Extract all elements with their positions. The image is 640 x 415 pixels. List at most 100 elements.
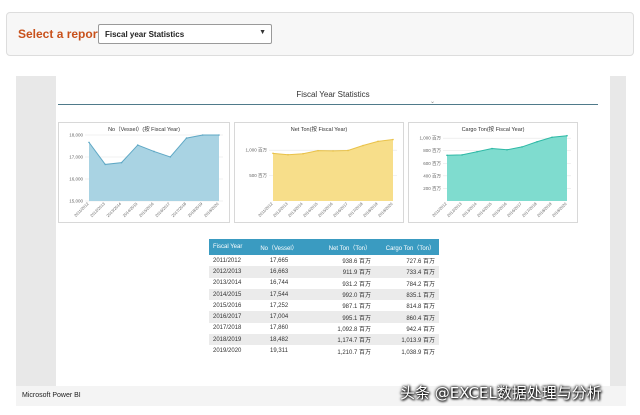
- y-tick-label: 200 百万: [423, 186, 441, 192]
- table-cell: 987.1 百万: [342, 304, 371, 311]
- col-net-ton[interactable]: Net Ton（Ton）: [311, 239, 375, 255]
- cargo-ton-chart[interactable]: Cargo Ton(按 Fiscal Year) 1,000 百万 800 百万 60…: [408, 122, 578, 223]
- x-tick-label: 2013/2014: [105, 201, 122, 218]
- area-fill: [89, 135, 219, 201]
- data-point: [317, 149, 319, 152]
- x-tick-label: 2017/2018: [170, 201, 187, 218]
- table-cell: 995.1 百万: [311, 311, 375, 323]
- x-tick-label: 2015/2016: [138, 201, 155, 218]
- data-point: [120, 161, 123, 164]
- data-point: [153, 150, 155, 153]
- table-cell: 1,092.8 百万: [337, 326, 371, 333]
- table-cell: 2014/2015: [209, 288, 247, 301]
- table-row[interactable]: 2013/2014 16,744 931.2 百万 784.2 百万: [209, 278, 439, 289]
- table-cell: 2015/2016: [213, 302, 242, 309]
- data-point: [218, 134, 220, 136]
- table-row[interactable]: 2012/2013 16,663 911.9 百万 733.4 百万: [209, 266, 439, 278]
- chart-svg: No（Vessel）(按 Fiscal Year) 18,000 17,000 16,…: [69, 125, 223, 218]
- chart-title: Cargo Ton(按 Fiscal Year): [462, 125, 525, 133]
- table-cell: 860.4 百万: [375, 311, 439, 323]
- x-tick-label: 2019/2020: [551, 201, 568, 218]
- table-cell: 931.2 百万: [342, 281, 371, 288]
- table-cell: 2012/2013: [209, 266, 247, 278]
- table-row[interactable]: 2011/2012 17,665 938.6 百万 727.6 百万: [209, 255, 439, 266]
- fiscal-year-table[interactable]: Fiscal Year No（Vessel） Net Ton（Ton） Carg…: [209, 239, 439, 357]
- y-tick-label: 1,000 百万: [245, 148, 267, 154]
- x-tick-label: 2012/2013: [89, 201, 106, 218]
- y-tick-label: 600 百万: [423, 161, 441, 167]
- x-tick-label: 2019/2020: [377, 201, 394, 218]
- table-cell: 2013/2014: [213, 280, 242, 287]
- area-fill: [273, 139, 393, 201]
- table-cell: 992.0 百万: [311, 288, 375, 301]
- x-tick-label: 2014/2015: [122, 201, 139, 218]
- table-cell: 938.6 百万: [342, 259, 371, 266]
- data-point: [392, 138, 394, 141]
- data-point: [347, 149, 349, 152]
- vessel-count-chart[interactable]: No（Vessel）(按 Fiscal Year) 18,000 17,000 16,…: [58, 122, 230, 223]
- data-point: [302, 152, 304, 155]
- table-row[interactable]: 2017/2018 17,860 1,092.8 百万 942.4 百万: [209, 323, 439, 334]
- col-fiscal-year[interactable]: Fiscal Year: [209, 239, 247, 255]
- table-cell: 2016/2017: [209, 311, 247, 323]
- y-tick-label: 16,000: [69, 177, 83, 182]
- y-tick-label: 17,000: [69, 155, 83, 160]
- y-tick-label: 800 百万: [423, 148, 441, 154]
- table-cell: 2011/2012: [213, 257, 241, 264]
- table-cell: 2019/2020: [213, 348, 242, 355]
- y-tick-label: 500 百万: [249, 173, 267, 179]
- data-point: [88, 141, 90, 144]
- table-cell: 17,004: [247, 311, 311, 323]
- table-cell: 911.9 百万: [311, 266, 375, 278]
- report-selector-panel: Select a report: Fiscal year Statistics …: [6, 12, 634, 56]
- y-tick-label: 400 百万: [423, 173, 441, 179]
- data-point: [521, 146, 523, 148]
- data-point: [491, 147, 493, 150]
- table-row[interactable]: 2016/2017 17,004 995.1 百万 860.4 百万: [209, 311, 439, 323]
- data-point: [566, 134, 568, 137]
- chart-svg: Net Ton(按 Fiscal Year)1,000 百万500 百万2011…: [245, 125, 397, 218]
- data-point: [536, 140, 538, 143]
- col-cargo-ton[interactable]: Cargo Ton（Ton）: [375, 239, 439, 255]
- col-vessel-count[interactable]: No（Vessel）: [247, 239, 311, 255]
- chart-title: No（Vessel）(按 Fiscal Year): [108, 125, 180, 133]
- table-cell: 814.8 百万: [406, 304, 435, 311]
- data-point: [476, 150, 478, 153]
- title-divider: [58, 104, 598, 105]
- data-point: [201, 134, 204, 136]
- data-point: [136, 144, 139, 146]
- table-row[interactable]: 2018/2019 18,482 1,174.7 百万 1,013.9 百万: [209, 334, 439, 346]
- table-cell: 16,663: [247, 266, 311, 278]
- data-point: [461, 154, 463, 156]
- x-tick-label: 2019/2020: [203, 201, 220, 218]
- table-cell: 733.4 百万: [375, 266, 439, 278]
- table-cell: 942.4 百万: [406, 326, 435, 333]
- net-ton-chart[interactable]: Net Ton(按 Fiscal Year) 1,000 百万 500 百万 2011…: [234, 122, 404, 223]
- data-point: [446, 154, 448, 157]
- table-row[interactable]: 2019/2020 19,311 1,210.7 百万 1,038.9 百万: [209, 345, 439, 356]
- report-canvas: Fiscal Year Statistics ⌄ No（Vessel）(按 Fi…: [56, 76, 610, 386]
- table-cell: 727.6 百万: [406, 259, 435, 266]
- table-cell: 2017/2018: [213, 325, 242, 332]
- data-point: [551, 136, 553, 139]
- x-tick-label: 2016/2017: [154, 201, 171, 218]
- table-row[interactable]: 2014/2015 17,544 992.0 百万 835.1 百万: [209, 288, 439, 301]
- data-point: [362, 144, 364, 147]
- report-title: Fiscal Year Statistics: [296, 90, 370, 99]
- data-point: [185, 137, 188, 139]
- table-cell: 1,174.7 百万: [311, 334, 375, 346]
- table-cell: 17,860: [269, 325, 289, 332]
- data-point: [377, 140, 379, 143]
- table-cell: 784.2 百万: [406, 281, 435, 288]
- data-point: [169, 156, 172, 158]
- chart-svg: Cargo Ton(按 Fiscal Year) 1,000 百万 800 百万 60…: [419, 125, 571, 218]
- data-point: [104, 163, 107, 166]
- table-row[interactable]: 2015/2016 17,252 987.1 百万 814.8 百万: [209, 300, 439, 311]
- y-tick-label: 15,000: [69, 199, 83, 204]
- powerbi-brand-link[interactable]: Microsoft Power BI: [22, 392, 81, 399]
- table-header-row: Fiscal Year No（Vessel） Net Ton（Ton） Carg…: [209, 239, 439, 255]
- report-dropdown[interactable]: Fiscal year Statistics ▼: [98, 24, 272, 44]
- table-cell: 17,252: [269, 302, 289, 309]
- select-report-label: Select a report:: [18, 27, 106, 41]
- y-tick-label: 18,000: [69, 133, 83, 138]
